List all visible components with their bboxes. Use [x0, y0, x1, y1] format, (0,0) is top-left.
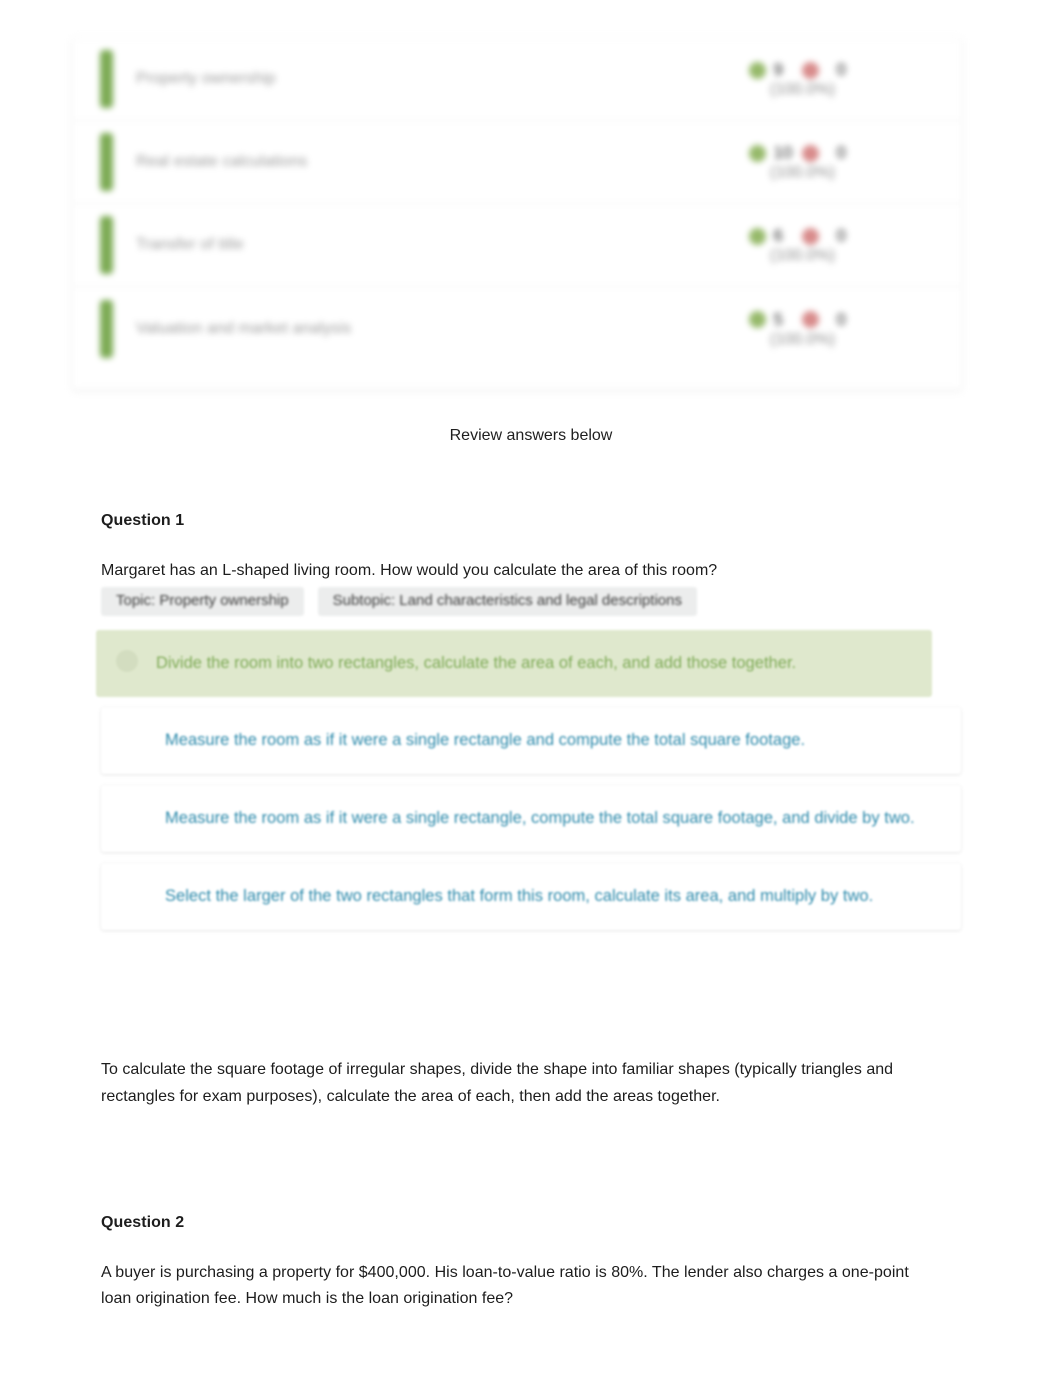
selected-radio-icon: [116, 650, 138, 672]
x-circle-icon: [801, 144, 819, 162]
question-text: A buyer is purchasing a property for $40…: [101, 1264, 909, 1307]
x-circle-icon: [801, 227, 819, 245]
question-title: Question 2: [101, 1214, 185, 1231]
question-title: Question 1: [101, 512, 185, 529]
topic-score-bar: [100, 299, 113, 358]
x-circle-icon: [801, 61, 819, 79]
incorrect-count: 0: [836, 226, 846, 245]
x-circle-icon: [801, 311, 819, 328]
answer-option[interactable]: Measure the room as if it were a single …: [101, 707, 961, 774]
question-1-block: Question 1: [101, 512, 961, 530]
answer-option-text: Measure the room as if it were a single …: [165, 731, 806, 749]
question-1-text-block: Margaret has an L-shaped living room. Ho…: [101, 558, 961, 616]
question-text: Margaret has an L-shaped living room. Ho…: [101, 562, 718, 579]
table-row: Transfer of title 6 0 (100.0%): [72, 204, 962, 287]
check-circle-icon: [748, 311, 766, 328]
question-2-text-block: A buyer is purchasing a property for $40…: [101, 1260, 931, 1312]
review-answers-header: Review answers below: [449, 427, 613, 444]
check-circle-icon: [748, 61, 766, 79]
incorrect-count: 0: [836, 143, 846, 162]
table-row: Real estate calculations 10 0 (100.0%): [72, 121, 962, 204]
answer-option[interactable]: Measure the room as if it were a single …: [101, 785, 961, 852]
answer-option-text: Measure the room as if it were a single …: [165, 809, 915, 827]
topic-score-bar: [100, 133, 113, 191]
incorrect-count: 0: [836, 309, 846, 329]
topic-score-bar: [100, 216, 113, 274]
answer-option[interactable]: Select the larger of the two rectangles …: [101, 863, 961, 930]
score-percent: (100.0%): [770, 330, 835, 348]
score-percent: (100.0%): [770, 247, 835, 264]
correct-count: 10: [773, 143, 793, 162]
topic-name: Transfer of title: [136, 236, 244, 253]
question-tags: Topic: Property ownership Subtopic: Land…: [101, 587, 961, 616]
topic-name: Real estate calculations: [136, 153, 308, 170]
check-circle-icon: [748, 144, 766, 162]
topic-tag: Topic: Property ownership: [101, 587, 304, 616]
answer-option-text: Divide the room into two rectangles, cal…: [156, 654, 797, 672]
incorrect-count: 0: [836, 60, 846, 79]
topic-score: 6 0 (100.0%): [700, 225, 905, 265]
topic-score-bar: [100, 50, 113, 108]
correct-count: 6: [773, 226, 783, 245]
answer-option-correct[interactable]: Divide the room into two rectangles, cal…: [96, 630, 932, 697]
score-percent: (100.0%): [770, 81, 835, 98]
topic-name: Property ownership: [136, 70, 276, 87]
question-2-block: Question 2: [101, 1214, 961, 1232]
topic-name: Valuation and market analysis: [136, 319, 352, 337]
check-circle-icon: [748, 227, 766, 245]
topic-score: 5 0 (100.0%): [700, 309, 905, 349]
topic-score: 9 0 (100.0%): [700, 59, 905, 99]
topic-score: 10 0 (100.0%): [700, 142, 905, 182]
correct-count: 9: [773, 60, 783, 79]
answer-option-text: Select the larger of the two rectangles …: [165, 887, 874, 905]
correct-count: 5: [773, 309, 783, 329]
table-row: Valuation and market analysis 5 0 (100.0…: [72, 287, 962, 370]
explanation-text: To calculate the square footage of irreg…: [101, 1061, 894, 1105]
question-1-explanation-block: To calculate the square footage of irreg…: [101, 1056, 929, 1110]
table-row: Property ownership 9 0 (100.0%): [72, 38, 962, 121]
quiz-review-page: Property ownership 9 0 (100.0%) Real est…: [0, 0, 1062, 1376]
score-percent: (100.0%): [770, 164, 835, 181]
topic-summary-card: Property ownership 9 0 (100.0%) Real est…: [72, 38, 962, 390]
subtopic-tag: Subtopic: Land characteristics and legal…: [317, 587, 697, 616]
